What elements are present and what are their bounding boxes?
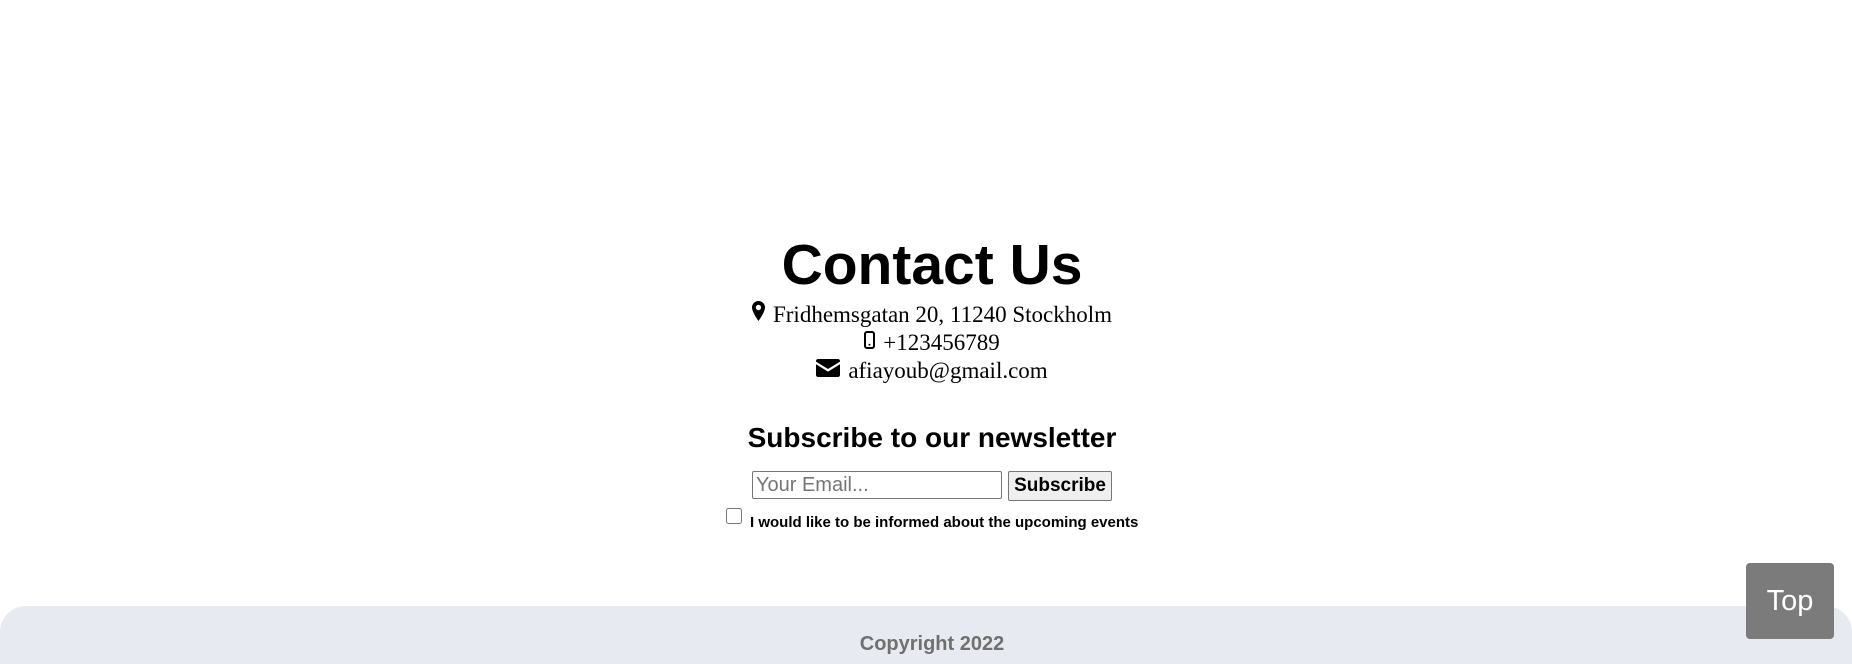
envelope-icon <box>816 356 841 384</box>
contact-email: afiayoub@gmail.com <box>0 357 1852 385</box>
events-consent-checkbox[interactable] <box>726 508 742 524</box>
map-marker-icon <box>751 300 765 328</box>
contact-phone: +123456789 <box>0 329 1852 357</box>
newsletter-email-input[interactable] <box>752 471 1002 499</box>
copyright-text: Copyright 2022 <box>859 633 1005 655</box>
contact-phone-text: +123456789 <box>883 330 1000 355</box>
contact-section: Contact Us Fridhemsgatan 20, 11240 Stock… <box>0 227 1852 385</box>
contact-email-text: afiayoub@gmail.com <box>848 358 1048 383</box>
contact-title: Contact Us <box>781 233 1083 297</box>
contact-address-text: Fridhemsgatan 20, 11240 Stockholm <box>772 302 1112 327</box>
page-footer: Copyright 2022 <box>0 606 1852 664</box>
subscribe-button[interactable]: Subscribe <box>1008 471 1112 501</box>
back-to-top-button[interactable]: Top <box>1746 563 1834 639</box>
mobile-phone-icon <box>864 328 876 356</box>
newsletter-title: Subscribe to our newsletter <box>747 422 1117 453</box>
contact-address: Fridhemsgatan 20, 11240 Stockholm <box>0 300 1852 329</box>
events-consent-label[interactable]: I would like to be informed about the up… <box>750 514 1138 532</box>
